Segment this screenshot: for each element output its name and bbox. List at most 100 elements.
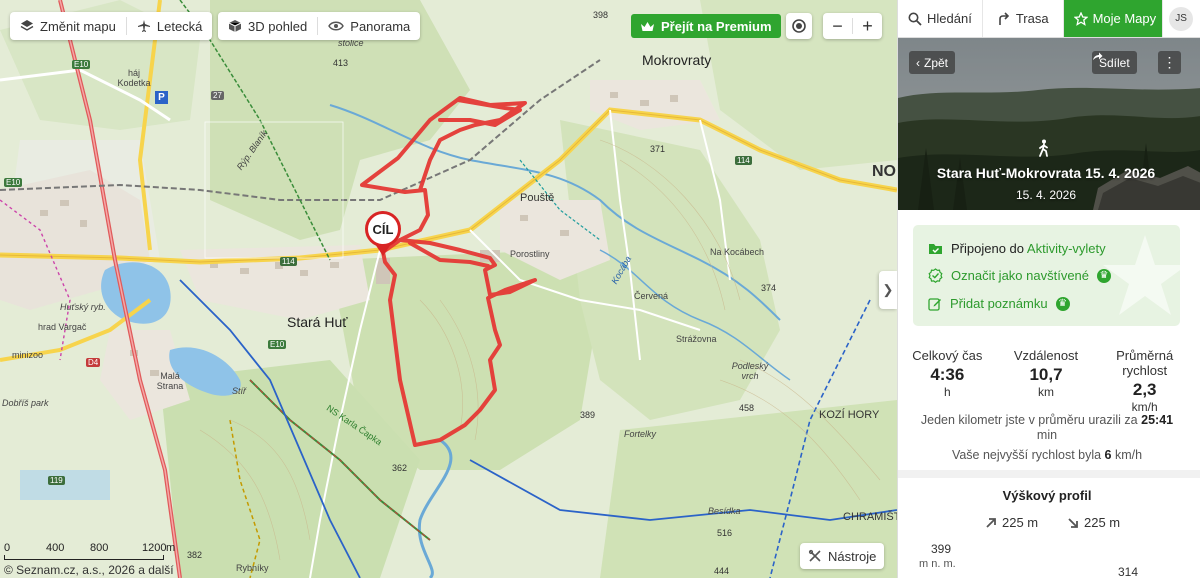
tools-label: Nástroje [828,548,877,564]
average-km-note: Jeden kilometr jste v průměru urazili za… [898,413,1196,443]
destination-marker[interactable]: CÍL [365,211,401,247]
destination-label: CÍL [372,221,394,237]
user-menu[interactable]: JS [1163,0,1199,37]
place-label-mokrovraty: Mokrovraty [642,52,712,68]
tab-my-maps-label: Moje Mapy [1092,11,1157,26]
panel-collapse-button[interactable]: ❯ [879,271,897,309]
premium-crown-icon: ♛ [1097,268,1112,283]
place-label-stir: Stíř [232,386,247,396]
zoom-out-button[interactable]: − [823,16,852,37]
elevation-profile-title: Výškový profil [1002,488,1092,503]
place-label-stara-hut: Stará Huť [287,314,348,330]
map-canvas[interactable]: Mokrovraty Stará Huť Pouště Porostliny N… [0,0,897,578]
hiking-icon [1039,139,1048,157]
location-target-icon [792,19,806,33]
map-copyright[interactable]: © Seznam.cz, a.s., 2026 a další [4,563,174,577]
scale-label-800: 800 [90,542,109,554]
map-type-toolbar: Změnit mapu Letecká [10,12,213,40]
stat-value: 2,3 [1132,380,1157,399]
tab-search[interactable]: Hledání [898,0,983,37]
place-label-mala-strana: Malá Strana [156,371,184,391]
route-icon [999,11,1009,25]
height-389: 389 [580,410,596,420]
back-label: Zpět [924,55,949,70]
scale-label-1200: 1200 [142,542,167,554]
parking-icon: P [155,91,168,104]
back-button[interactable]: ‹ Zpět [909,51,956,74]
premium-button[interactable]: Přejít na Premium [631,14,781,38]
view-3d-button[interactable]: 3D pohled [218,12,317,40]
connected-prefix: Připojeno do [951,241,1027,256]
search-icon [908,12,922,26]
aerial-button[interactable]: Letecká [127,12,213,40]
place-label-besidka: Besídka [708,506,741,516]
road-number-e10-b: E10 [4,178,23,187]
place-label-chramiste: CHRAMIŠT [843,511,897,523]
zoom-in-button[interactable]: + [853,16,882,37]
zoom-control: − + [823,13,882,39]
stat-unit: h [943,385,951,399]
decorative-star-icon [1103,235,1180,315]
crown-icon [641,21,654,31]
max-speed-unit: km/h [1111,448,1143,462]
tools-button[interactable]: Nástroje [800,543,885,569]
total-descent: 225 m [1067,515,1120,530]
premium-crown-icon: ♛ [1055,296,1070,311]
folder-check-icon [929,244,942,254]
road-number-e10-a: E10 [72,60,91,69]
tab-route-label: Trasa [1015,11,1049,26]
more-options-button[interactable]: ⋮ [1158,51,1181,74]
height-382: 382 [187,550,203,560]
road-number-e10-c: E10 [268,340,287,349]
add-note-label: Přidat poznámku [950,296,1048,311]
max-speed-note: Vaše nejvyšší rychlost byla 6 km/h [898,448,1196,463]
star-icon [1073,11,1088,26]
share-button[interactable]: Sdílet [1092,51,1137,74]
height-371: 371 [650,144,666,154]
max-speed-prefix: Vaše nejvyšší rychlost byla [951,448,1105,462]
eye-icon [328,21,345,31]
panorama-label: Panorama [350,18,411,34]
scale-label-400: 400 [46,542,65,554]
tab-route[interactable]: Trasa [983,0,1064,37]
tab-my-maps[interactable]: Moje Mapy [1063,0,1164,37]
avatar: JS [1169,6,1194,31]
max-speed-value: 6 [1104,448,1112,462]
collection-link[interactable]: Aktivity-vylety [1027,241,1106,256]
connected-row: Připojeno do Aktivity-vylety [928,241,1106,256]
stat-value: 10,7 [1029,365,1063,384]
mark-visited-row[interactable]: Označit jako navštívené ♛ [928,268,1112,283]
average-km-value: 25:41 [1141,413,1174,427]
change-map-button[interactable]: Změnit mapu [10,12,126,40]
mark-visited-label: Označit jako navštívené [951,268,1090,283]
place-label-dobris-park: Dobříš park [2,398,49,408]
place-label-strazovna: Strážovna [676,334,717,344]
cube-icon [228,20,242,32]
scale-bar [4,555,164,560]
height-444: 444 [714,566,730,576]
stat-average-speed: Průměrná rychlost 2,3 km/h [1095,348,1194,414]
profile-altitude-unit: m n. m. [919,558,956,570]
tab-search-label: Hledání [927,11,972,26]
place-label-kozi-hory: KOZÍ HORY [819,409,880,421]
water-label-hutsky: Huťský ryb. [60,302,106,312]
arrow-up-right-icon [986,517,996,528]
locate-me-button[interactable] [786,13,812,39]
place-label-podlesky-vrch: Podleský vrch [731,361,769,381]
scale-unit: m [166,542,176,554]
profile-max-altitude: 399 [931,542,952,556]
place-label-nov: NO [872,163,896,180]
height-398: 398 [593,10,609,20]
total-ascent: 225 m [985,515,1038,530]
airplane-icon [137,20,150,32]
add-note-row[interactable]: Přidat poznámku ♛ [928,296,1070,311]
ascent-value: 225 m [1002,515,1039,530]
route-status-box: Připojeno do Aktivity-vylety Označit jak… [913,225,1180,326]
height-413: 413 [333,58,349,68]
view-mode-toolbar: 3D pohled Panorama [218,12,421,40]
place-label-pouste: Pouště [520,192,555,204]
panorama-button[interactable]: Panorama [318,12,420,40]
stat-distance: Vzdálenost 10,7 km [997,348,1096,414]
place-label-rybniky: Rybníky [236,563,269,573]
average-km-prefix: Jeden kilometr jste v průměru urazili za [920,413,1142,427]
